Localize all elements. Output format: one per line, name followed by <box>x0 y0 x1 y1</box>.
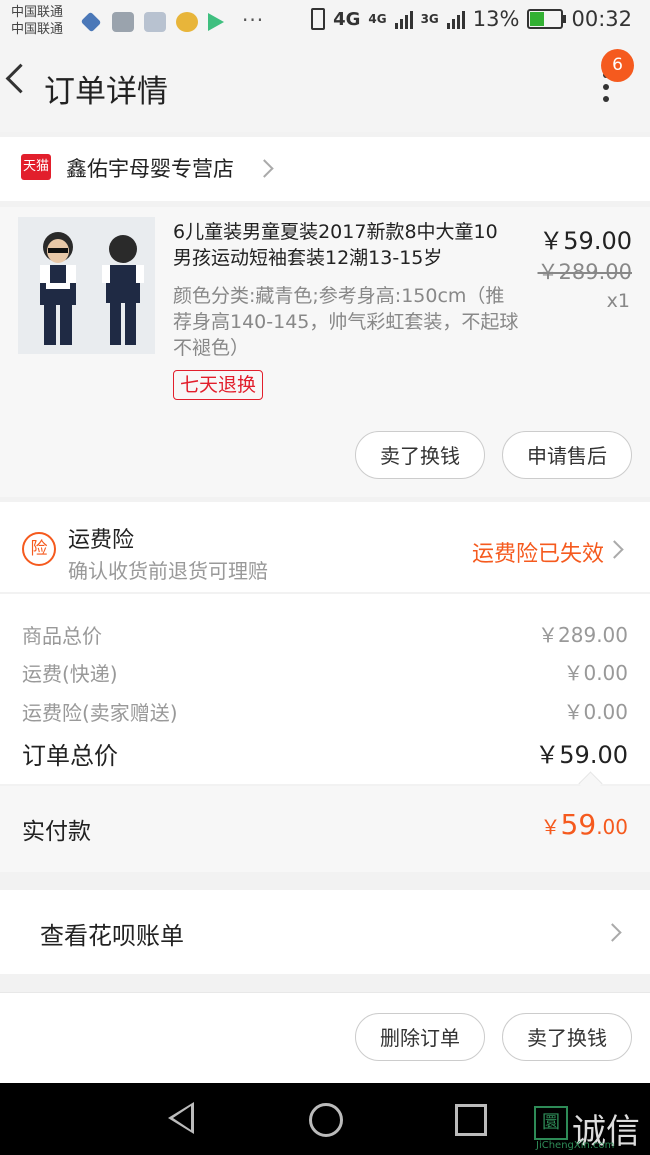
battery-percent: 13% <box>472 7 520 31</box>
product-photo <box>18 217 155 354</box>
watermark-url: JiChengXin.com <box>536 1140 615 1151</box>
return-policy-tag: 七天退换 <box>173 370 264 400</box>
signal-icon-2 <box>446 9 465 29</box>
insurance-status[interactable]: 运费险已失效 <box>472 536 604 568</box>
summary-value: ￥0.00 <box>563 661 628 685</box>
tmall-logo-icon: 天猫 <box>21 154 51 180</box>
more-notifications: ··· <box>242 8 265 32</box>
insurance-subtitle: 确认收货前退货可理赔 <box>68 559 268 583</box>
summary-label: 商品总价 <box>22 624 102 648</box>
insurance-icon: 险 <box>22 532 56 566</box>
product-price: ￥59.00 <box>539 227 632 255</box>
shop-name[interactable]: 鑫佑宇母婴专营店 <box>66 153 234 183</box>
notification-icons <box>80 11 224 34</box>
paid-integer: 59 <box>560 808 597 841</box>
carrier-1: 中国联通 <box>11 5 64 20</box>
nav-recents-icon[interactable] <box>455 1104 487 1136</box>
avatar-icon <box>144 12 166 32</box>
clock: 00:32 <box>571 7 632 31</box>
product-title[interactable]: 6儿童装男童夏装2017新款8中大童10男孩运动短袖套装12潮13-15岁 <box>173 219 513 271</box>
network-type-3: 3G <box>420 12 439 26</box>
paid-label: 实付款 <box>22 819 91 845</box>
summary-label: 运费(快递) <box>22 662 118 686</box>
sell-for-cash-button[interactable]: 卖了换钱 <box>355 431 485 479</box>
summary-value: ￥0.00 <box>563 700 628 724</box>
huabei-bill-label[interactable]: 查看花呗账单 <box>40 916 184 951</box>
weibo-icon <box>176 12 198 32</box>
vibrate-icon <box>311 8 326 30</box>
sell-for-cash-button-bottom[interactable]: 卖了换钱 <box>502 1013 632 1061</box>
insurance-title: 运费险 <box>68 528 135 553</box>
product-image[interactable] <box>18 217 155 354</box>
product-original-price: ￥289.00 <box>537 260 632 284</box>
after-sale-button[interactable]: 申请售后 <box>502 431 632 479</box>
network-type-2: 4G <box>368 12 387 26</box>
network-type-1: 4G <box>333 8 361 30</box>
carrier-info: 中国联通 中国联通 <box>11 4 63 38</box>
paid-decimal: .00 <box>596 815 628 839</box>
paid-currency: ￥ <box>540 815 561 839</box>
signal-icon <box>394 9 413 29</box>
order-total-label: 订单总价 <box>22 742 118 770</box>
app-diamond-icon <box>80 11 102 33</box>
nav-home-icon[interactable] <box>309 1103 343 1137</box>
page-title: 订单详情 <box>44 74 168 110</box>
notification-badge: 6 <box>601 49 634 82</box>
order-total-value: ￥59.00 <box>535 741 628 769</box>
product-quantity: x1 <box>606 290 630 312</box>
delete-order-button[interactable]: 删除订单 <box>355 1013 485 1061</box>
play-store-icon <box>208 13 224 31</box>
summary-value: ￥289.00 <box>538 623 628 647</box>
gallery-icon <box>112 12 134 32</box>
status-indicators: 4G 4G 3G 13% 00:32 <box>311 7 632 31</box>
carrier-2: 中国联通 <box>11 22 64 37</box>
paid-amount: ￥59.00 <box>541 808 628 841</box>
watermark-logo-icon: 圜 <box>534 1106 568 1140</box>
product-spec: 颜色分类:藏青色;参考身高:150cm（推荐身高140-145，帅气彩虹套装，不… <box>173 285 519 359</box>
battery-icon <box>527 9 567 29</box>
nav-back-inner <box>173 1106 191 1130</box>
summary-label: 运费险(卖家赠送) <box>22 701 178 725</box>
